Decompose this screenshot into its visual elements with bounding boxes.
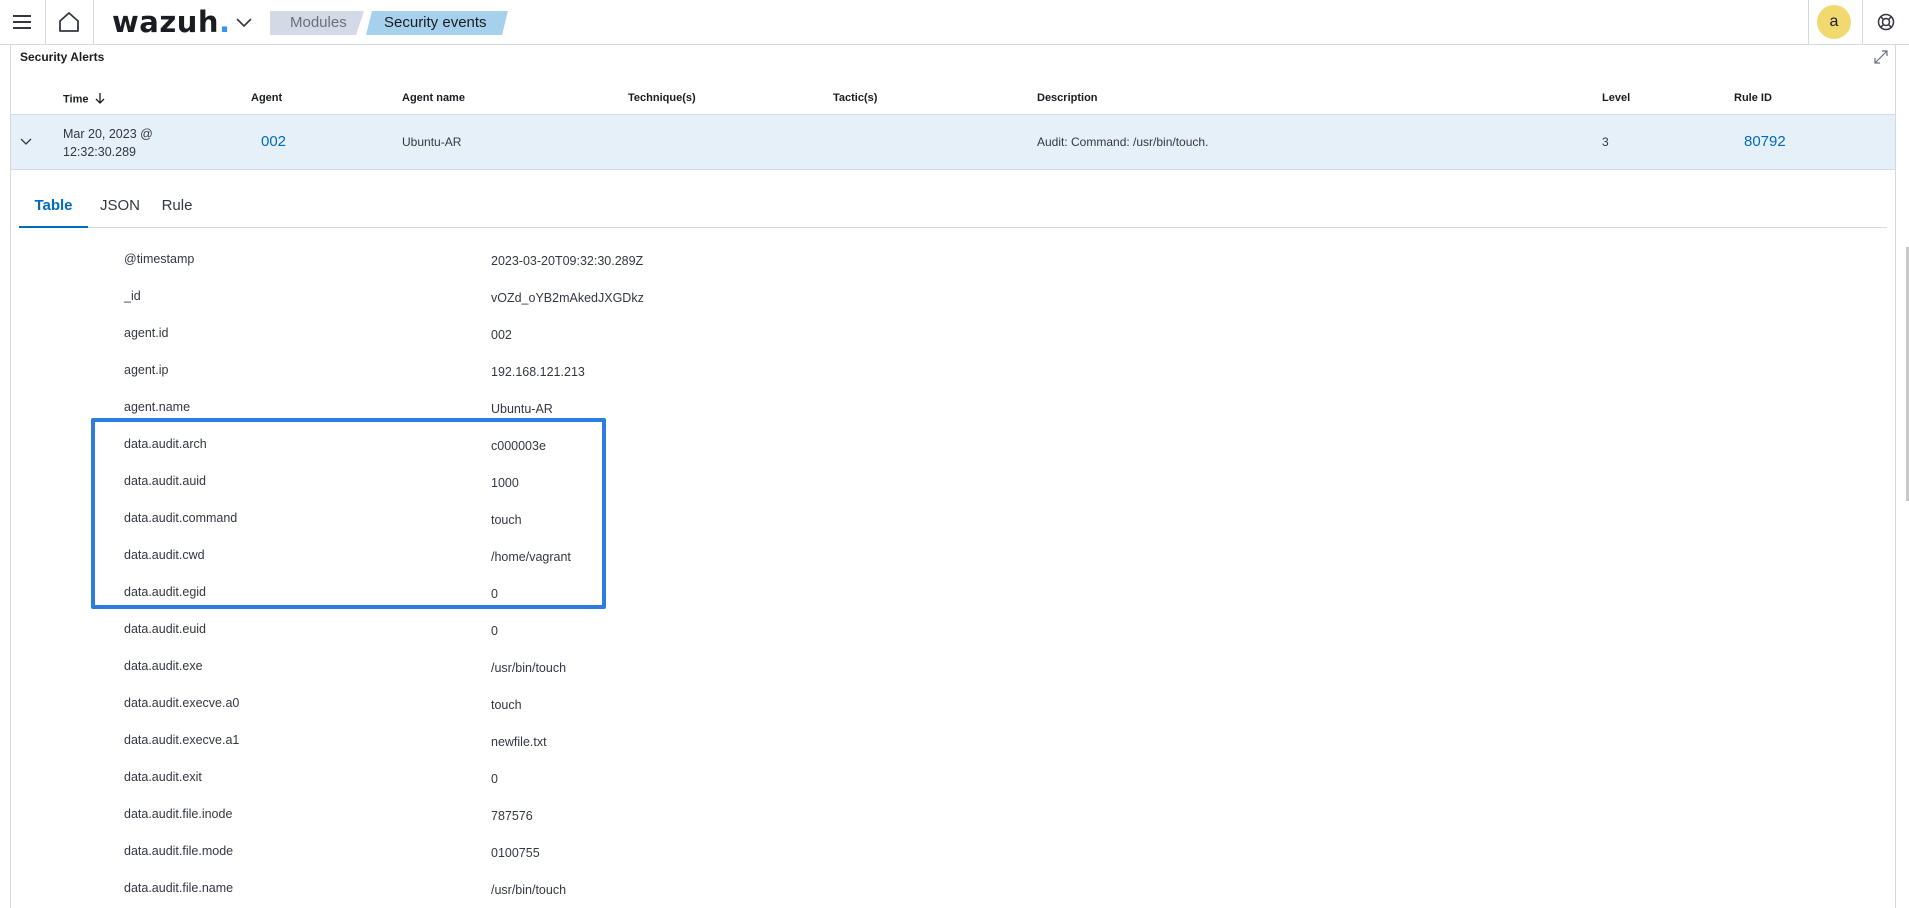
field-name: data.audit.file.mode	[124, 844, 234, 858]
home-icon[interactable]	[54, 9, 84, 35]
tab-rule[interactable]: Rule	[152, 185, 202, 228]
field-value: 0	[491, 624, 498, 638]
help-icon[interactable]	[1874, 10, 1898, 34]
field-value: c000003e	[491, 439, 546, 453]
field-name: agent.id	[124, 326, 169, 340]
avatar[interactable]: a	[1817, 5, 1851, 39]
field-name: agent.ip	[124, 363, 169, 377]
field-value: vOZd_oYB2mAkedJXGDkz	[491, 291, 644, 305]
field-value: 1000	[491, 476, 519, 490]
security-alerts-panel: Security Alerts Time Agent Agent name Te…	[10, 45, 1896, 908]
row-description: Audit: Command: /usr/bin/touch.	[1037, 135, 1209, 149]
field-value: Ubuntu-AR	[491, 402, 553, 416]
wazuh-logo[interactable]: wazuh.	[112, 5, 231, 39]
field-name: data.audit.file.name	[124, 881, 234, 895]
breadcrumb: Modules Security events	[270, 11, 510, 35]
column-header-agent[interactable]: Agent	[251, 92, 282, 104]
column-header-time[interactable]: Time	[63, 92, 105, 107]
divider	[93, 0, 94, 45]
field-name: data.audit.exit	[124, 770, 202, 784]
chevron-down-icon[interactable]	[232, 10, 256, 34]
field-name: data.audit.egid	[124, 585, 207, 599]
row-agent-name: Ubuntu-AR	[402, 135, 462, 149]
field-value: 192.168.121.213	[491, 365, 585, 379]
tab-json[interactable]: JSON	[92, 185, 148, 228]
field-value: /home/vagrant	[491, 550, 571, 564]
field-name: agent.name	[124, 400, 191, 414]
column-header-level[interactable]: Level	[1602, 92, 1630, 104]
field-name: @timestamp	[124, 252, 195, 266]
menu-icon[interactable]	[8, 9, 36, 35]
field-name: data.audit.exe	[124, 659, 203, 673]
row-level: 3	[1602, 135, 1609, 149]
field-value: 0100755	[491, 846, 540, 860]
field-value: touch	[491, 698, 522, 712]
row-time: Mar 20, 2023 @ 12:32:30.289	[63, 127, 153, 159]
breadcrumb-modules[interactable]: Modules	[270, 11, 364, 35]
field-value: 787576	[491, 809, 533, 823]
field-name: data.audit.execve.a0	[124, 696, 240, 710]
field-value: /usr/bin/touch	[491, 661, 567, 675]
field-value: 2023-03-20T09:32:30.289Z	[491, 254, 644, 268]
field-value: 0	[491, 587, 498, 601]
field-name: data.audit.euid	[124, 622, 207, 636]
fullscreen-icon[interactable]	[1871, 47, 1891, 67]
column-header-techniques[interactable]: Technique(s)	[628, 92, 696, 104]
field-name: data.audit.command	[124, 511, 238, 525]
field-value: 0	[491, 772, 498, 786]
field-name: data.audit.auid	[124, 474, 207, 488]
table-row[interactable]: Mar 20, 2023 @ 12:32:30.289 002 Ubuntu-A…	[11, 115, 1895, 170]
column-header-agent-name[interactable]: Agent name	[402, 92, 465, 104]
field-name: data.audit.cwd	[124, 548, 205, 562]
column-header-rule-id[interactable]: Rule ID	[1734, 92, 1772, 104]
field-name: data.audit.execve.a1	[124, 733, 240, 747]
breadcrumb-security-events[interactable]: Security events	[366, 11, 508, 35]
field-value: newfile.txt	[491, 735, 547, 749]
row-rule-id-link[interactable]: 80792	[1744, 133, 1786, 150]
field-name: data.audit.arch	[124, 437, 207, 451]
field-value: 002	[491, 328, 512, 342]
divider	[1808, 0, 1809, 45]
field-name: _id	[124, 289, 141, 303]
field-name: data.audit.file.inode	[124, 807, 233, 821]
tab-table[interactable]: Table	[19, 185, 88, 228]
row-agent-link[interactable]: 002	[261, 133, 286, 150]
arrow-down-icon	[95, 92, 105, 107]
detail-tabs: Table JSON Rule	[19, 185, 1887, 228]
column-header-tactics[interactable]: Tactic(s)	[833, 92, 877, 104]
field-value: /usr/bin/touch	[491, 883, 567, 897]
field-value: touch	[491, 513, 522, 527]
chevron-down-icon[interactable]	[17, 133, 35, 151]
column-header-description[interactable]: Description	[1037, 92, 1098, 104]
divider	[1862, 0, 1863, 45]
panel-title: Security Alerts	[20, 50, 105, 64]
divider	[45, 0, 46, 45]
top-nav-bar: wazuh. Modules Security events a	[0, 0, 1909, 45]
